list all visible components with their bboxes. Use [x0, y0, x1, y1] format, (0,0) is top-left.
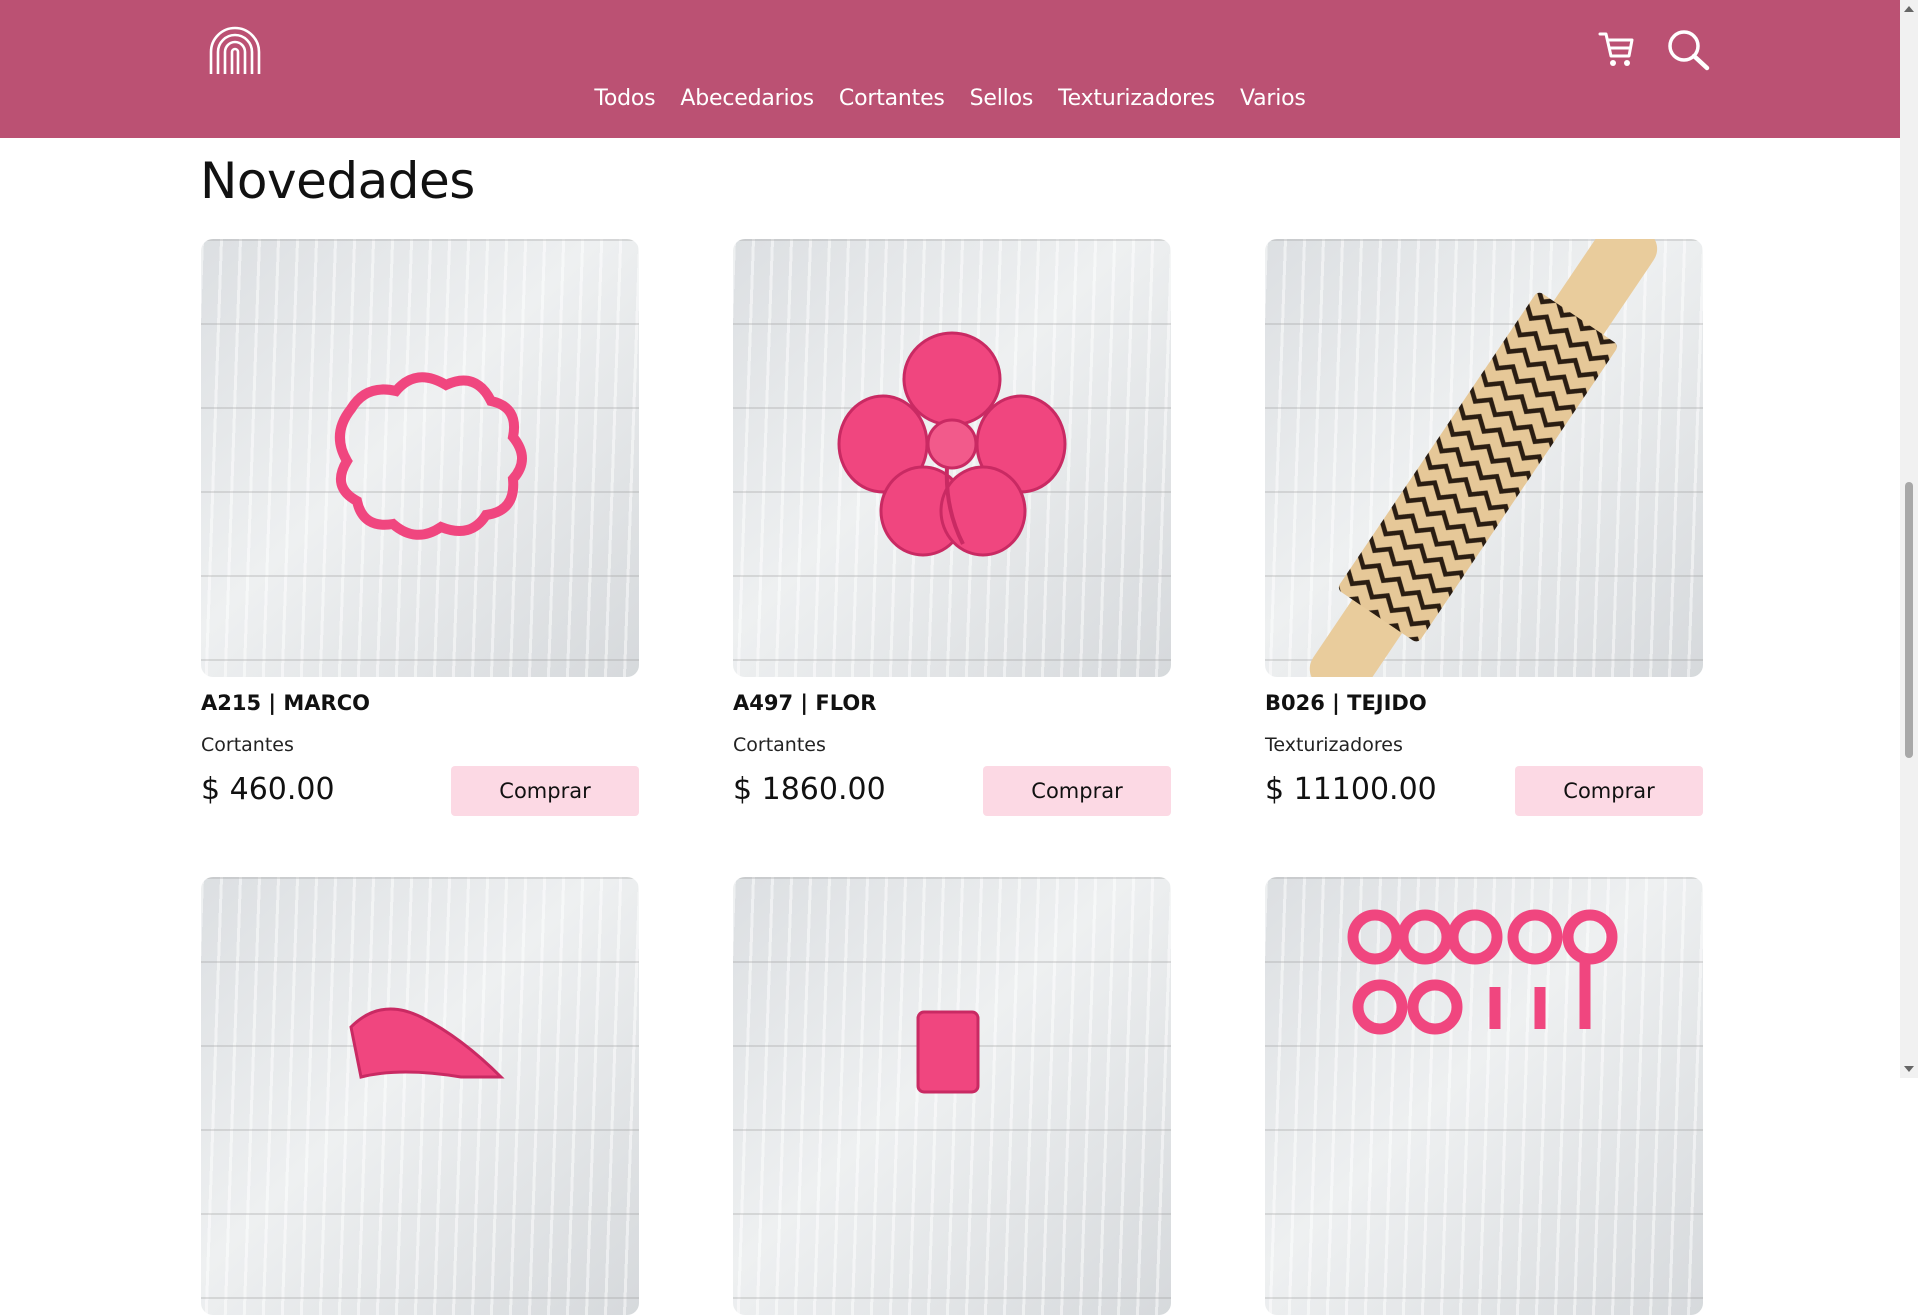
scroll-down-icon[interactable]	[1904, 1066, 1914, 1072]
scalloped-frame-cutter-image	[335, 372, 527, 540]
nav-item-abecedarios[interactable]: Abecedarios	[680, 86, 814, 111]
product-category: Cortantes	[733, 734, 826, 756]
search-icon[interactable]	[1666, 28, 1710, 72]
buy-button[interactable]: Comprar	[983, 766, 1171, 816]
cutter-image	[916, 1010, 980, 1094]
rainbow-logo-icon[interactable]	[207, 24, 263, 74]
product-image[interactable]	[733, 877, 1171, 1315]
cart-icon[interactable]	[1598, 30, 1634, 68]
butterfly-cutter-image	[349, 1007, 505, 1079]
nav-item-varios[interactable]: Varios	[1240, 86, 1306, 111]
product-image[interactable]	[201, 239, 639, 677]
product-price: $ 460.00	[201, 772, 335, 807]
product-name[interactable]: A215 | MARCO	[201, 691, 639, 715]
product-price: $ 1860.00	[733, 772, 886, 807]
alphabet-cutters-image	[1347, 909, 1618, 1035]
product-category: Cortantes	[201, 734, 294, 756]
page-scrollbar[interactable]	[1900, 0, 1918, 1078]
product-name[interactable]: B026 | TEJIDO	[1265, 691, 1703, 715]
product-name[interactable]: A497 | FLOR	[733, 691, 1171, 715]
product-image[interactable]	[1265, 877, 1703, 1315]
page-title: Novedades	[200, 152, 475, 210]
product-image[interactable]	[1265, 239, 1703, 677]
nav-item-texturizadores[interactable]: Texturizadores	[1058, 86, 1215, 111]
scrollbar-thumb[interactable]	[1905, 482, 1913, 758]
site-header: Todos Abecedarios Cortantes Sellos Textu…	[0, 0, 1900, 138]
product-card: B026 | TEJIDO Texturizadores $ 11100.00 …	[1265, 239, 1703, 816]
product-image[interactable]	[733, 239, 1171, 677]
buy-button[interactable]: Comprar	[1515, 766, 1703, 816]
product-price: $ 11100.00	[1265, 772, 1437, 807]
nav-item-cortantes[interactable]: Cortantes	[839, 86, 945, 111]
category-nav: Todos Abecedarios Cortantes Sellos Textu…	[0, 86, 1900, 111]
product-card	[733, 877, 1171, 1315]
scroll-up-icon[interactable]	[1904, 6, 1914, 12]
buy-button[interactable]: Comprar	[451, 766, 639, 816]
product-image[interactable]	[201, 877, 639, 1315]
nav-item-todos[interactable]: Todos	[594, 86, 655, 111]
product-card	[201, 877, 639, 1315]
flower-cutter-image	[837, 331, 1067, 557]
product-category: Texturizadores	[1265, 734, 1403, 756]
product-card: A215 | MARCO Cortantes $ 460.00 Comprar	[201, 239, 639, 816]
knit-texture-rolling-pin-image	[1309, 239, 1658, 677]
product-card	[1265, 877, 1703, 1315]
product-card: A497 | FLOR Cortantes $ 1860.00 Comprar	[733, 239, 1171, 816]
nav-item-sellos[interactable]: Sellos	[970, 86, 1034, 111]
